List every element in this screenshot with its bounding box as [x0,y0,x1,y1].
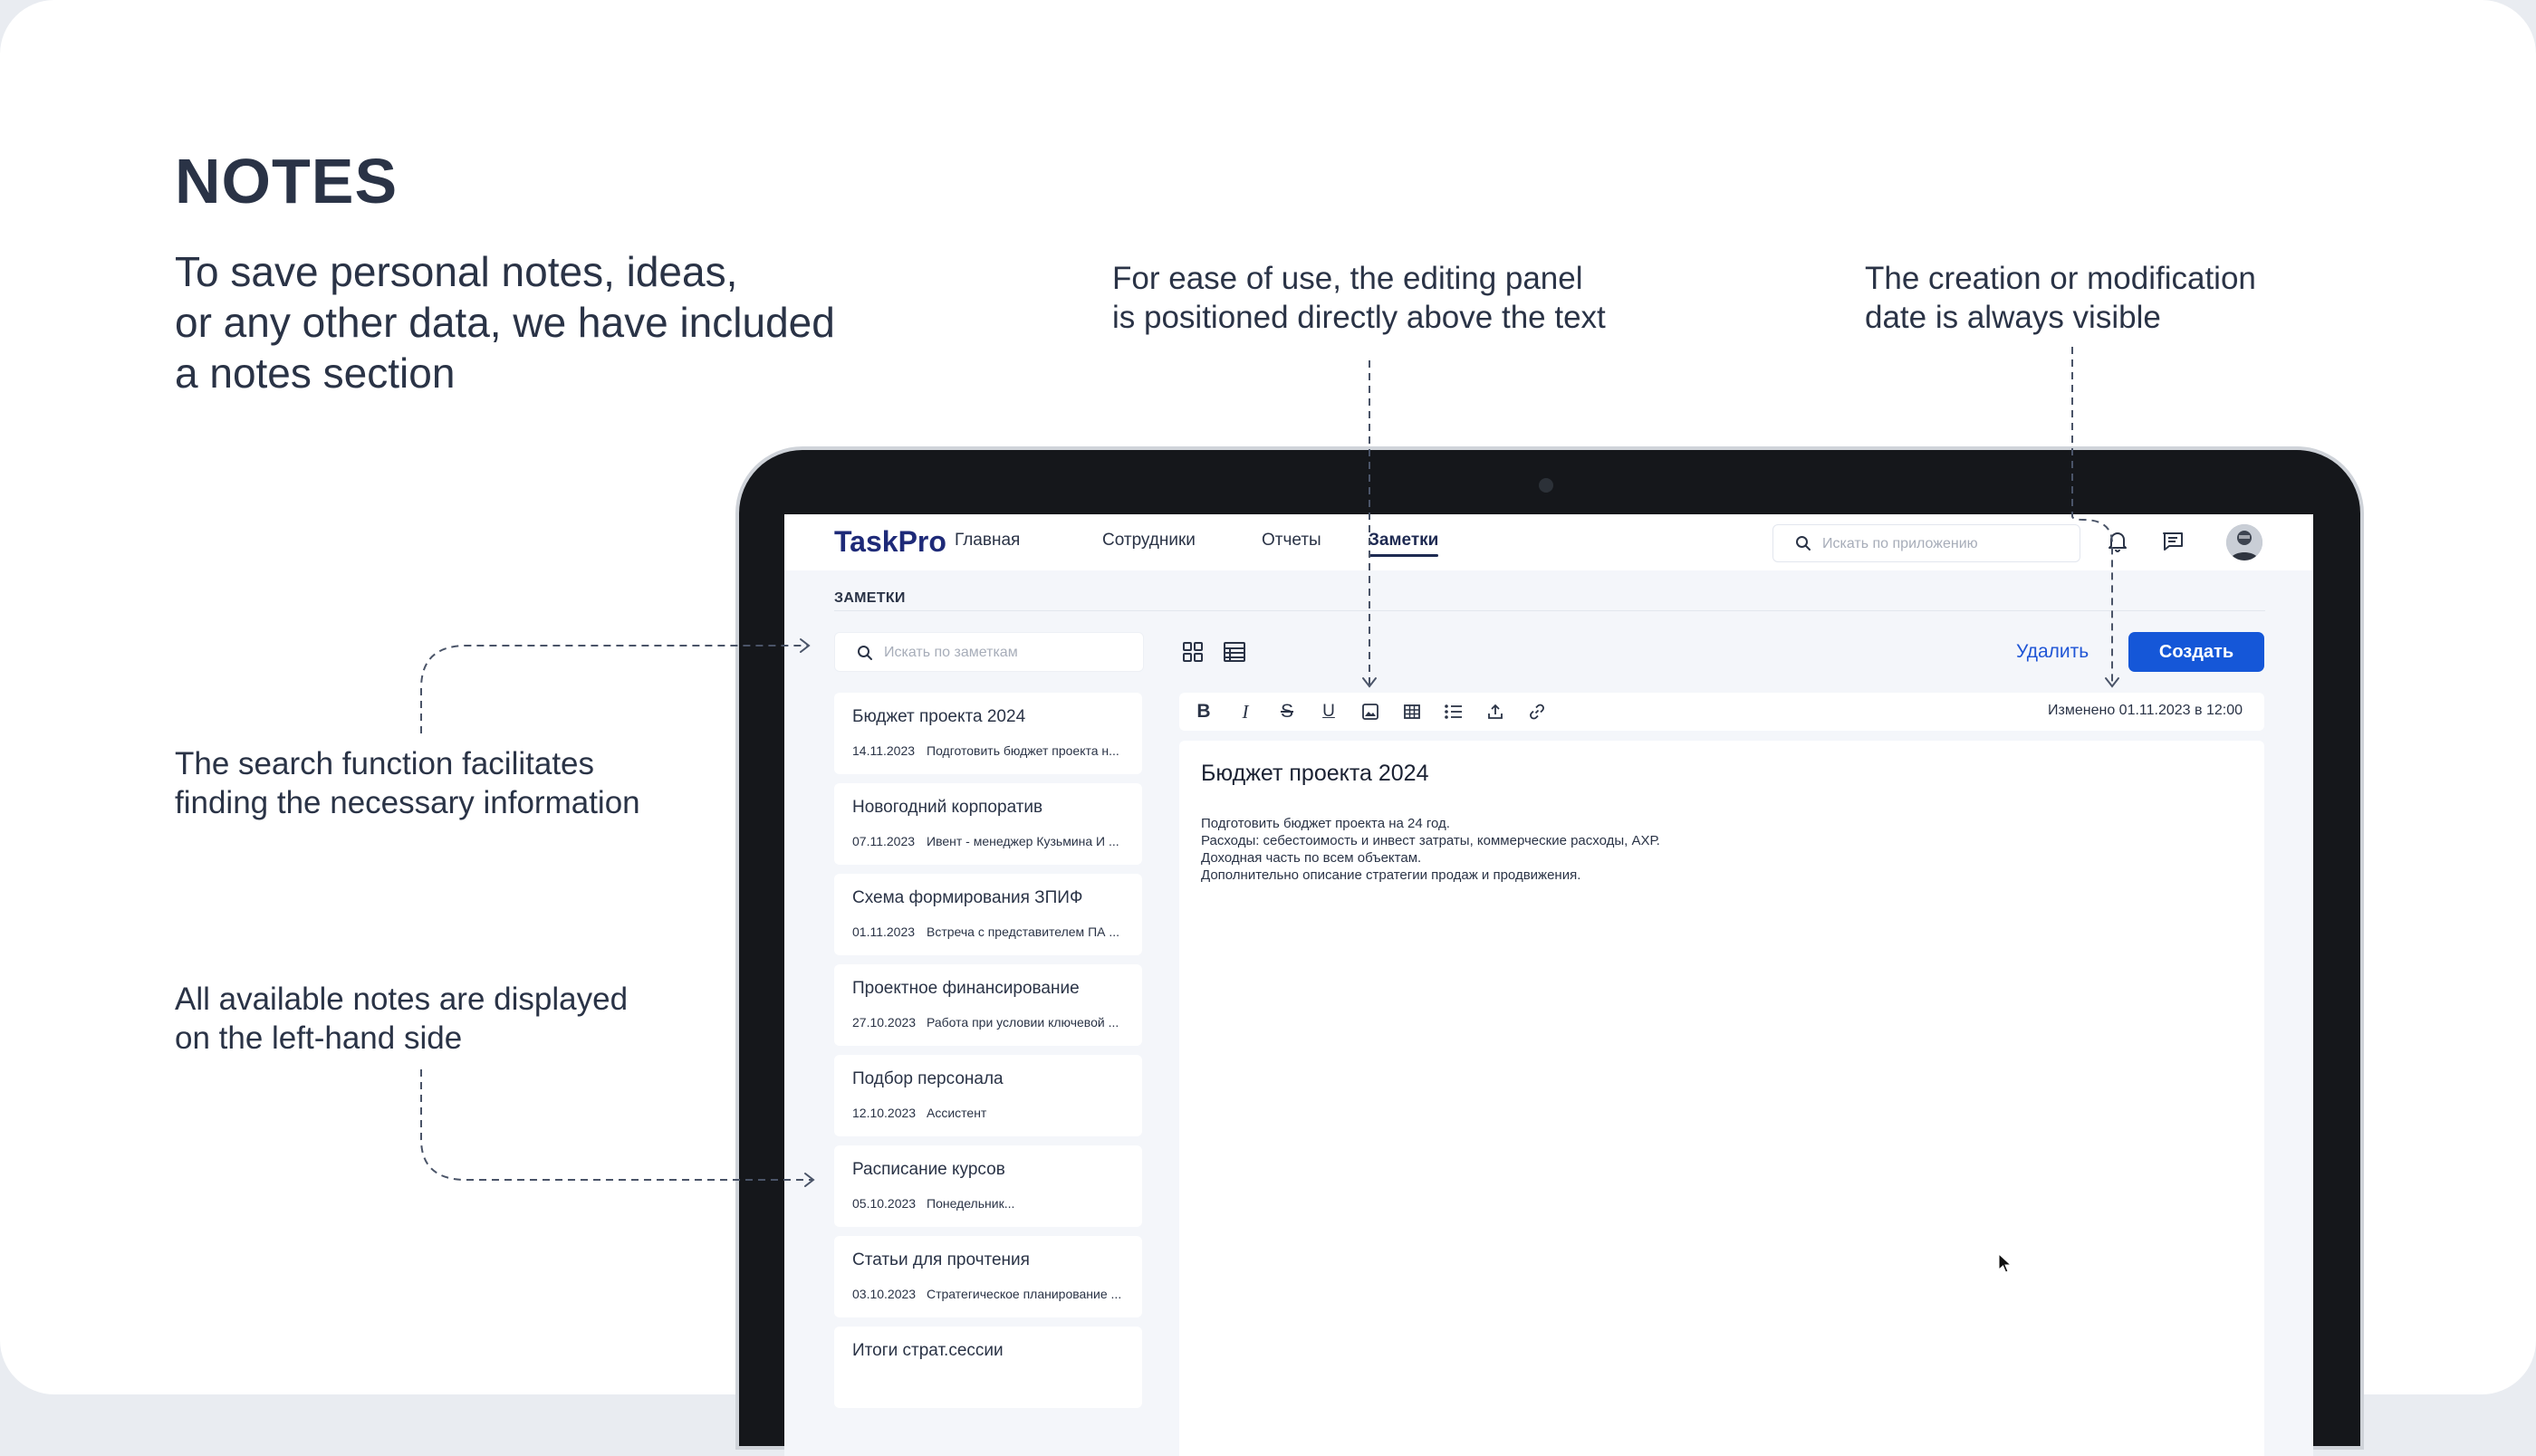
delete-button[interactable]: Удалить [2016,641,2089,663]
note-item[interactable]: Бюджет проекта 2024 14.11.2023 Подготови… [834,693,1142,774]
note-item[interactable]: Проектное финансирование 27.10.2023 Рабо… [834,964,1142,1046]
notes-list: Бюджет проекта 2024 14.11.2023 Подготови… [834,693,1142,1417]
laptop-frame: TaskPro Главная Сотрудники Отчеты Заметк… [739,450,2360,1456]
search-icon [858,646,872,660]
upload-icon [1488,704,1503,719]
note-date: 14.11.2023 [852,743,916,758]
avatar[interactable] [2226,524,2262,560]
nav-employees[interactable]: Сотрудники [1102,531,1196,551]
top-bar: TaskPro Главная Сотрудники Отчеты Заметк… [784,514,2313,570]
note-item[interactable]: Итоги страт.сессии [834,1327,1142,1408]
note-item[interactable]: Расписание курсов 05.10.2023 Понедельник… [834,1145,1142,1227]
table-view-icon [1224,642,1245,662]
note-preview: Стратегическое планирование ... [927,1287,1122,1301]
note-date: 07.11.2023 [852,834,916,848]
mouse-cursor-icon [1998,1253,2012,1273]
note-date: 27.10.2023 [852,1015,917,1030]
annotation-list: All available notes are displayed on the… [175,982,629,1056]
italic-button[interactable]: I [1234,700,1257,723]
logo: TaskPro [834,525,946,558]
messages-icon[interactable] [2161,530,2185,553]
note-item[interactable]: Статьи для прочтения 03.10.2023 Стратеги… [834,1236,1142,1317]
heading-divider [834,610,2265,611]
annotation-search: The search function facilitates finding … [175,746,640,820]
note-preview: Встреча с представителем ПА ... [927,924,1120,939]
bullet-list-icon [1445,704,1462,719]
note-title: Расписание курсов [852,1160,1005,1179]
note-title: Итоги страт.сессии [852,1341,1004,1360]
search-icon [1796,536,1811,551]
table-icon [1404,704,1420,719]
note-preview: Понедельник... [927,1196,1015,1211]
editor-title: Бюджет проекта 2024 [1201,761,1429,786]
image-button[interactable] [1359,700,1382,723]
bullet-list-button[interactable] [1442,700,1465,723]
note-editor[interactable]: Бюджет проекта 2024 Подготовить бюджет п… [1179,741,2264,1456]
camera-dot [1539,478,1553,493]
note-title: Новогодний корпоратив [852,798,1043,817]
note-date: 12.10.2023 [852,1106,917,1120]
nav-notes[interactable]: Заметки [1369,531,1439,557]
bold-button[interactable]: B [1192,700,1215,723]
table-button[interactable] [1400,700,1424,723]
note-item[interactable]: Схема формирования ЗПИФ 01.11.2023 Встре… [834,874,1142,955]
note-preview: Ассистент [927,1106,987,1120]
grid-view-button[interactable] [1180,639,1206,665]
note-item[interactable]: Новогодний корпоратив 07.11.2023 Ивент -… [834,783,1142,865]
annotation-editor: For ease of use, the editing panel is po… [1112,261,1606,335]
note-date: 01.11.2023 [852,924,916,939]
editor-toolbar: B I S U Изменено 01.11.2023 в 12:00 [1179,693,2264,731]
notes-search-input[interactable] [882,639,1130,666]
note-title: Статьи для прочтения [852,1250,1030,1269]
note-date: 03.10.2023 [852,1287,917,1301]
notes-search [834,632,1144,672]
note-preview: Подготовить бюджет проекта н... [927,743,1119,758]
editor-body: Подготовить бюджет проекта на 24 год. Ра… [1201,816,1660,883]
note-title: Бюджет проекта 2024 [852,707,1026,726]
note-title: Схема формирования ЗПИФ [852,888,1083,907]
bell-icon[interactable] [2107,530,2128,553]
annotation-date: The creation or modification date is alw… [1865,261,2256,335]
app-screen: TaskPro Главная Сотрудники Отчеты Заметк… [784,514,2313,1456]
grid-view-icon [1183,642,1203,662]
global-search [1772,524,2080,562]
slide-intro: To save personal notes, ideas, or any ot… [175,248,835,397]
link-icon [1530,704,1544,720]
note-date: 05.10.2023 [852,1196,917,1211]
create-button[interactable]: Создать [2128,632,2264,672]
link-button[interactable] [1525,700,1549,723]
note-item[interactable]: Подбор персонала 12.10.2023 Ассистент [834,1055,1142,1136]
note-title: Проектное финансирование [852,979,1080,998]
user-avatar-icon [2226,524,2262,560]
page-heading: ЗАМЕТКИ [834,590,906,606]
note-title: Подбор персонала [852,1069,1004,1088]
nav-home[interactable]: Главная [955,531,1020,551]
modified-date: Изменено 01.11.2023 в 12:00 [2048,703,2243,718]
global-search-input[interactable] [1820,531,2069,558]
list-view-button[interactable] [1222,639,1247,665]
nav-reports[interactable]: Отчеты [1262,531,1321,551]
strikethrough-button[interactable]: S [1275,700,1299,723]
slide-title: NOTES [175,146,399,216]
upload-button[interactable] [1484,700,1507,723]
note-preview: Работа при условии ключевой ... [927,1015,1119,1030]
image-icon [1362,704,1378,720]
note-preview: Ивент - менеджер Кузьмина И ... [927,834,1119,848]
underline-button[interactable]: U [1317,700,1340,723]
